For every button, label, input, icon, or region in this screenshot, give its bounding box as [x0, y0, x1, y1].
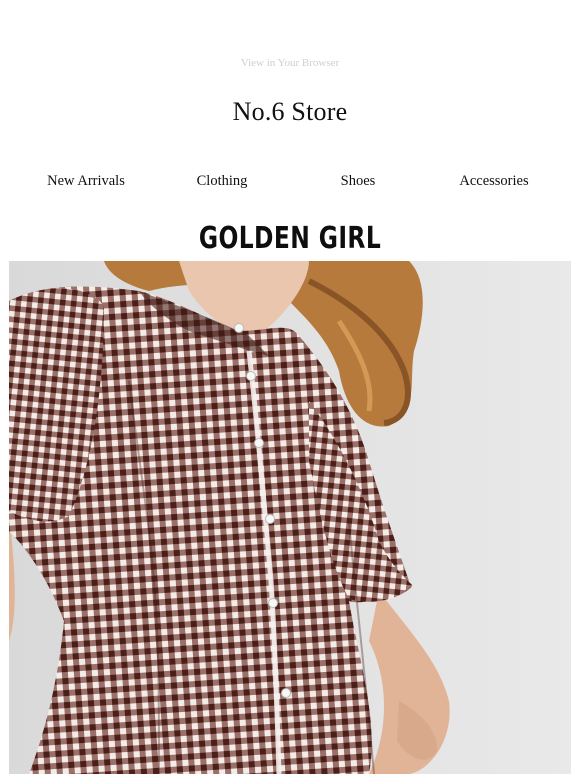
main-nav: New Arrivals Clothing Shoes Accessories: [0, 173, 580, 193]
nav-item-clothing[interactable]: Clothing: [197, 173, 248, 190]
nav-item-accessories[interactable]: Accessories: [459, 173, 528, 190]
view-in-browser-link[interactable]: View in Your Browser: [0, 57, 580, 69]
brand-title: GOLDEN GIRL: [198, 221, 382, 256]
nav-item-shoes[interactable]: Shoes: [341, 173, 376, 190]
model-photo: [9, 261, 571, 774]
nav-item-new-arrivals[interactable]: New Arrivals: [47, 173, 125, 190]
store-logo[interactable]: No.6 Store: [0, 97, 580, 127]
hero-image[interactable]: [9, 261, 571, 774]
